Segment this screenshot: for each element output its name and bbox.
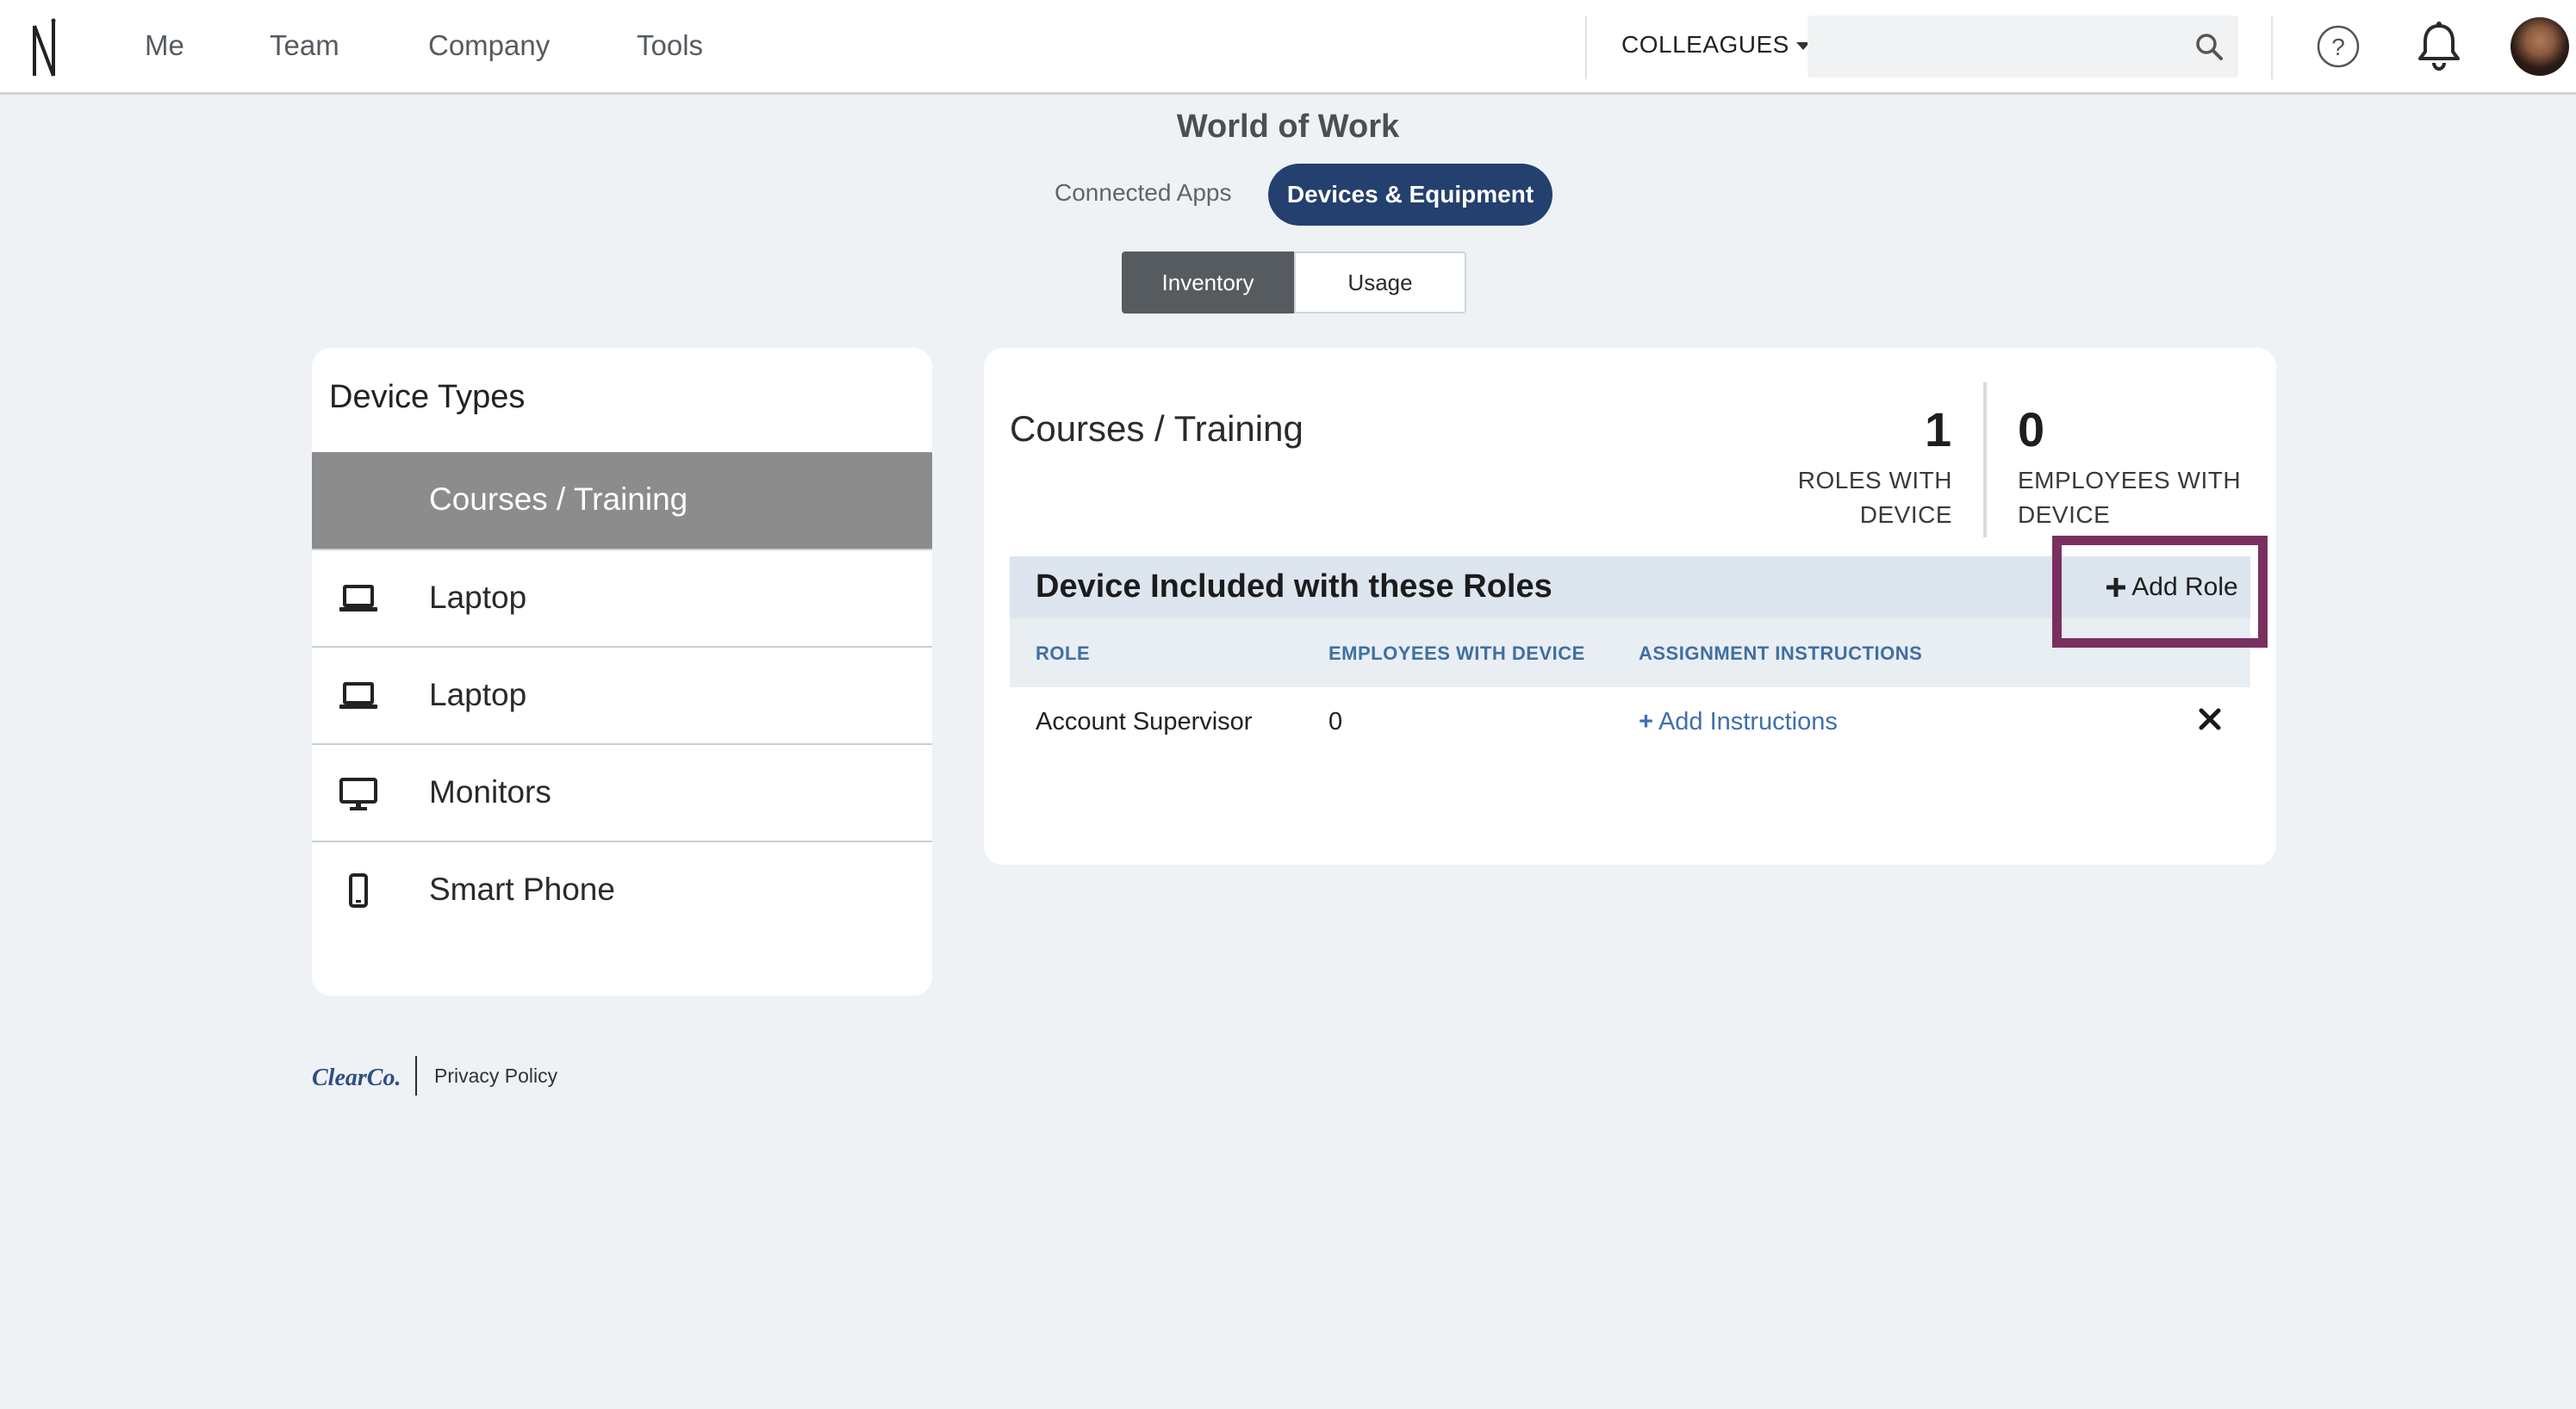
- help-icon[interactable]: ?: [2316, 24, 2361, 69]
- user-avatar[interactable]: [2511, 17, 2569, 76]
- roles-section-header: Device Included with these Roles Add Rol…: [1010, 556, 2250, 618]
- device-types-panel: Device Types Courses / Training Laptop L…: [312, 348, 932, 996]
- employees-label-line2: DEVICE: [2018, 501, 2111, 528]
- device-type-label: Monitors: [429, 774, 551, 810]
- search-input[interactable]: [1808, 16, 2178, 78]
- laptop-icon: [339, 585, 377, 611]
- remove-row-icon[interactable]: [2197, 706, 2223, 732]
- add-instructions-link[interactable]: + Add Instructions: [1639, 708, 1838, 736]
- top-navigation-bar: Me Team Company Tools COLLEAGUES ?: [0, 0, 2576, 95]
- device-type-laptop[interactable]: Laptop: [312, 646, 932, 742]
- device-type-smart-phone[interactable]: Smart Phone: [312, 841, 932, 937]
- roles-label-line1: ROLES WITH: [1797, 467, 1952, 493]
- roles-section-title: Device Included with these Roles: [1036, 568, 1552, 605]
- device-detail-panel: Courses / Training 1 ROLES WITH DEVICE 0…: [984, 348, 2276, 865]
- colleagues-dropdown[interactable]: COLLEAGUES: [1621, 31, 1810, 59]
- stats-divider: [1983, 382, 1987, 537]
- add-instructions-label: Add Instructions: [1658, 708, 1838, 736]
- device-type-label: Laptop: [429, 677, 527, 712]
- column-header-employees[interactable]: EMPLOYEES WITH DEVICE: [1328, 642, 1585, 665]
- nav-company[interactable]: Company: [428, 29, 550, 62]
- roles-with-device-label: ROLES WITH DEVICE: [1790, 463, 1952, 532]
- search-icon[interactable]: [2193, 31, 2224, 62]
- segment-usage[interactable]: Usage: [1294, 251, 1466, 313]
- tab-connected-apps[interactable]: Connected Apps: [1055, 179, 1232, 207]
- device-type-label: Laptop: [429, 580, 527, 615]
- monitor-icon: [339, 778, 377, 810]
- employees-count: 0: [2018, 402, 2045, 456]
- employees-with-device-label: EMPLOYEES WITH DEVICE: [2018, 463, 2242, 532]
- device-detail-title: Courses / Training: [1010, 408, 1304, 449]
- nav-divider: [1585, 16, 1587, 79]
- device-type-laptop[interactable]: Laptop: [312, 549, 932, 645]
- employees-label-line1: EMPLOYEES WITH: [2018, 467, 2242, 493]
- segment-inventory[interactable]: Inventory: [1122, 251, 1294, 313]
- column-header-role[interactable]: ROLE: [1036, 642, 1090, 665]
- device-type-label: Smart Phone: [429, 872, 615, 907]
- device-types-title: Device Types: [329, 379, 526, 415]
- nav-divider: [2271, 16, 2273, 79]
- page-title: World of Work: [1176, 109, 1400, 145]
- table-row: Account Supervisor 0 + Add Instructions: [1010, 687, 2250, 756]
- laptop-icon: [339, 682, 377, 709]
- column-header-instructions[interactable]: ASSIGNMENT INSTRUCTIONS: [1639, 642, 1922, 665]
- tab-devices-equipment[interactable]: Devices & Equipment: [1268, 164, 1552, 226]
- add-role-button[interactable]: Add Role: [2094, 556, 2250, 618]
- colleagues-label: COLLEAGUES: [1621, 31, 1789, 58]
- app-logo-icon[interactable]: [31, 17, 62, 79]
- footer-brand-logo[interactable]: ClearCo.: [312, 1065, 401, 1092]
- plus-icon: +: [1639, 708, 1653, 736]
- search-box: [1808, 16, 2238, 78]
- add-role-label: Add Role: [2131, 573, 2238, 601]
- roles-label-line2: DEVICE: [1859, 501, 1952, 528]
- roles-count: 1: [1925, 402, 1952, 456]
- plus-icon: [2106, 578, 2126, 597]
- nav-team[interactable]: Team: [270, 29, 339, 62]
- smartphone-icon: [349, 873, 368, 908]
- nav-tools[interactable]: Tools: [637, 29, 703, 62]
- privacy-policy-link[interactable]: Privacy Policy: [434, 1065, 557, 1088]
- employees-cell: 0: [1328, 708, 1343, 736]
- nav-me[interactable]: Me: [145, 29, 184, 62]
- device-type-courses-training[interactable]: Courses / Training: [312, 452, 932, 549]
- footer-divider: [415, 1056, 417, 1096]
- roles-table-header: ROLE EMPLOYEES WITH DEVICE ASSIGNMENT IN…: [1010, 618, 2250, 687]
- device-type-label: Courses / Training: [429, 481, 688, 517]
- notification-bell-icon[interactable]: [2416, 21, 2462, 71]
- role-cell: Account Supervisor: [1036, 708, 1253, 736]
- device-type-monitors[interactable]: Monitors: [312, 743, 932, 840]
- svg-text:?: ?: [2331, 34, 2345, 60]
